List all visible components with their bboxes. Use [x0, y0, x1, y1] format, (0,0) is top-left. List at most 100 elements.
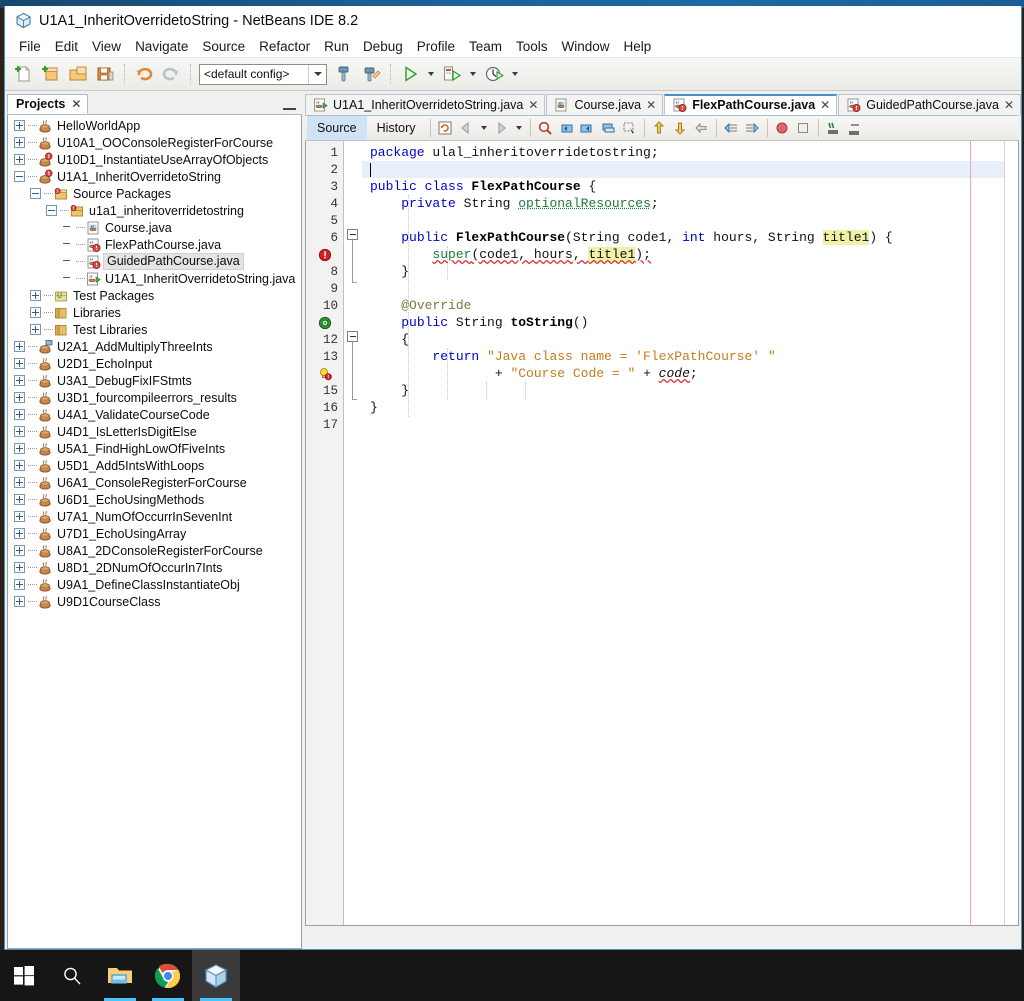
shift-line-icon[interactable]	[691, 118, 712, 139]
close-icon[interactable]: ✕	[528, 98, 538, 112]
debug-project-icon[interactable]	[439, 61, 465, 87]
expand-icon[interactable]	[14, 494, 25, 505]
hint-error-icon[interactable]	[306, 365, 343, 382]
tree-item[interactable]: U9A1_DefineClassInstantiateObj	[8, 576, 301, 593]
previous-bookmark-icon[interactable]	[556, 118, 577, 139]
code-line[interactable]	[362, 212, 1004, 229]
tree-item[interactable]: HelloWorldApp	[8, 117, 301, 134]
tree-item[interactable]: Course.java	[8, 219, 301, 236]
tree-item[interactable]: U5D1_Add5IntsWithLoops	[8, 457, 301, 474]
uncomment-icon[interactable]	[844, 118, 865, 139]
code-line[interactable]: public FlexPathCourse(String code1, int …	[362, 229, 1004, 246]
expand-icon[interactable]	[14, 154, 25, 165]
expand-icon[interactable]	[14, 358, 25, 369]
tree-item[interactable]: u1a1_inheritoverridetostring	[8, 202, 301, 219]
project-configuration-combobox[interactable]: <default config>	[199, 63, 327, 85]
new-project-icon[interactable]	[38, 61, 64, 87]
code-line[interactable]	[362, 161, 1004, 178]
tab-source[interactable]: Source	[307, 116, 367, 140]
comment-icon[interactable]	[823, 118, 844, 139]
menu-window[interactable]: Window	[555, 38, 617, 56]
debug-dropdown-icon[interactable]	[470, 72, 476, 76]
redo-icon[interactable]	[158, 61, 184, 87]
chevron-down-icon[interactable]	[308, 64, 326, 84]
menu-tools[interactable]: Tools	[509, 38, 555, 56]
tree-item[interactable]: U7A1_NumOfOccurrInSevenInt	[8, 508, 301, 525]
tree-item[interactable]: Test Packages	[8, 287, 301, 304]
menu-help[interactable]: Help	[617, 38, 659, 56]
expand-icon[interactable]	[14, 392, 25, 403]
netbeans-ide-button[interactable]	[192, 950, 240, 1001]
close-icon[interactable]: ✕	[820, 98, 830, 112]
stop-icon[interactable]	[793, 118, 814, 139]
tree-item[interactable]: Source Packages	[8, 185, 301, 202]
tab-history[interactable]: History	[367, 116, 426, 140]
next-error-icon[interactable]	[670, 118, 691, 139]
toggle-bookmark-icon[interactable]	[598, 118, 619, 139]
editor-error-stripe[interactable]	[1004, 141, 1018, 925]
tree-item[interactable]: U2D1_EchoInput	[8, 355, 301, 372]
override-annotation-icon[interactable]	[306, 314, 343, 331]
forward-icon[interactable]	[491, 118, 512, 139]
code-line[interactable]: public String toString()	[362, 314, 1004, 331]
expand-icon[interactable]	[14, 375, 25, 386]
tab-projects[interactable]: Projects ✕	[7, 94, 89, 114]
find-selection-icon[interactable]	[535, 118, 556, 139]
tree-item[interactable]: U6D1_EchoUsingMethods	[8, 491, 301, 508]
profile-dropdown-icon[interactable]	[512, 72, 518, 76]
tree-item[interactable]: U4A1_ValidateCourseCode	[8, 406, 301, 423]
expand-icon[interactable]	[14, 460, 25, 471]
tree-item[interactable]: U1A1_InheritOverridetoString	[8, 168, 301, 185]
tree-item[interactable]: U2A1_AddMultiplyThreeInts	[8, 338, 301, 355]
code-line[interactable]: + "Course Code = " + code;	[362, 365, 1004, 382]
expand-icon[interactable]	[14, 120, 25, 131]
profile-project-icon[interactable]	[481, 61, 507, 87]
expand-icon[interactable]	[14, 443, 25, 454]
expand-icon[interactable]	[14, 341, 25, 352]
expand-icon[interactable]	[14, 477, 25, 488]
collapse-icon[interactable]	[46, 205, 57, 216]
tree-item[interactable]: U7D1_EchoUsingArray	[8, 525, 301, 542]
refresh-icon[interactable]	[435, 118, 456, 139]
editor-gutter[interactable]: 1 2 3 4 5 6 8 9 10 12 13 15 16 17	[306, 141, 344, 925]
next-bookmark-icon[interactable]	[577, 118, 598, 139]
save-all-icon[interactable]	[92, 61, 118, 87]
code-text[interactable]: package ulal_inheritoverridetostring; pub…	[362, 141, 1004, 925]
menu-view[interactable]: View	[85, 38, 128, 56]
code-line[interactable]: }	[362, 263, 1004, 280]
run-project-icon[interactable]	[397, 61, 423, 87]
code-line[interactable]: @Override	[362, 297, 1004, 314]
menu-run[interactable]: Run	[317, 38, 356, 56]
toggle-breakpoint-icon[interactable]	[772, 118, 793, 139]
expand-icon[interactable]	[14, 545, 25, 556]
clean-and-build-icon[interactable]	[358, 61, 384, 87]
close-icon[interactable]: ✕	[71, 97, 81, 111]
menu-refactor[interactable]: Refactor	[252, 38, 317, 56]
code-line[interactable]: }	[362, 399, 1004, 416]
code-line[interactable]: private String optionalResources;	[362, 195, 1004, 212]
error-badge-icon[interactable]	[306, 246, 343, 263]
tree-item[interactable]: U8D1_2DNumOfOccurIn7Ints	[8, 559, 301, 576]
tree-item[interactable]: U6A1_ConsoleRegisterForCourse	[8, 474, 301, 491]
shift-right-icon[interactable]	[742, 118, 763, 139]
code-line[interactable]: }	[362, 382, 1004, 399]
code-line[interactable]: return "Java class name = 'FlexPathCours…	[362, 348, 1004, 365]
google-chrome-button[interactable]	[144, 950, 192, 1001]
tree-item[interactable]: U1A1_InheritOverridetoString.java	[8, 270, 301, 287]
menu-navigate[interactable]: Navigate	[128, 38, 195, 56]
tree-item[interactable]: U5A1_FindHighLowOfFiveInts	[8, 440, 301, 457]
run-dropdown-icon[interactable]	[428, 72, 434, 76]
back-dropdown-icon[interactable]	[480, 126, 487, 130]
expand-icon[interactable]	[14, 409, 25, 420]
menu-file[interactable]: File	[12, 38, 48, 56]
previous-error-icon[interactable]	[649, 118, 670, 139]
code-editor[interactable]: 1 2 3 4 5 6 8 9 10 12 13 15 16 17 package ulal_inheri…	[305, 141, 1019, 926]
tree-item[interactable]: U8A1_2DConsoleRegisterForCourse	[8, 542, 301, 559]
expand-icon[interactable]	[30, 290, 41, 301]
collapse-icon[interactable]	[14, 171, 25, 182]
start-button[interactable]	[0, 950, 48, 1001]
expand-icon[interactable]	[30, 307, 41, 318]
collapse-icon[interactable]	[30, 188, 41, 199]
expand-icon[interactable]	[14, 579, 25, 590]
forward-dropdown-icon[interactable]	[515, 126, 522, 130]
